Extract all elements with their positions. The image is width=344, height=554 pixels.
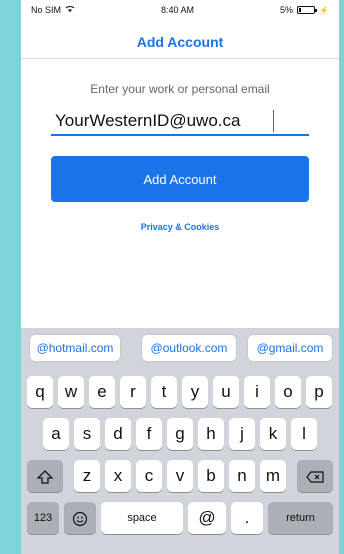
key-o[interactable]: o	[275, 376, 301, 408]
at-key[interactable]: @	[188, 502, 226, 534]
battery-icon	[297, 6, 318, 14]
phone-screen: No SIM 8:40 AM 5% ⚡ Add Account Enter yo…	[21, 0, 339, 554]
wifi-icon	[65, 5, 75, 15]
space-key[interactable]: space	[101, 502, 183, 534]
email-suggestions-bar: @hotmail.com @outlook.com @gmail.com	[21, 328, 339, 366]
add-account-button[interactable]: Add Account	[51, 156, 309, 202]
key-b[interactable]: b	[198, 460, 224, 492]
key-a[interactable]: a	[43, 418, 69, 450]
key-d[interactable]: d	[105, 418, 131, 450]
status-time: 8:40 AM	[161, 5, 195, 15]
status-left: No SIM	[31, 5, 75, 15]
key-l[interactable]: l	[291, 418, 317, 450]
shift-key[interactable]	[27, 460, 63, 492]
key-e[interactable]: e	[89, 376, 115, 408]
key-j[interactable]: j	[229, 418, 255, 450]
key-f[interactable]: f	[136, 418, 162, 450]
page-title: Add Account	[136, 34, 224, 50]
key-v[interactable]: v	[167, 460, 193, 492]
email-field[interactable]	[51, 108, 309, 136]
key-n[interactable]: n	[229, 460, 255, 492]
key-r[interactable]: r	[120, 376, 146, 408]
key-m[interactable]: m	[260, 460, 286, 492]
key-i[interactable]: i	[244, 376, 270, 408]
shift-icon	[36, 466, 54, 485]
text-caret	[273, 110, 274, 132]
suggestion-gmail[interactable]: @gmail.com	[247, 334, 333, 362]
numbers-key[interactable]: 123	[27, 502, 59, 534]
return-key[interactable]: return	[268, 502, 333, 534]
privacy-cookies-link[interactable]: Privacy & Cookies	[21, 222, 339, 232]
battery-percent: 5%	[280, 5, 294, 15]
suggestion-outlook[interactable]: @outlook.com	[141, 334, 237, 362]
key-x[interactable]: x	[105, 460, 131, 492]
emoji-key[interactable]	[64, 502, 96, 534]
key-h[interactable]: h	[198, 418, 224, 450]
key-w[interactable]: w	[58, 376, 84, 408]
key-t[interactable]: t	[151, 376, 177, 408]
key-s[interactable]: s	[74, 418, 100, 450]
key-k[interactable]: k	[260, 418, 286, 450]
status-right: 5% ⚡	[280, 5, 329, 15]
dot-key[interactable]: .	[231, 502, 263, 534]
status-bar: No SIM 8:40 AM 5% ⚡	[21, 0, 339, 20]
key-u[interactable]: u	[213, 376, 239, 408]
emoji-icon	[72, 508, 88, 527]
key-y[interactable]: y	[182, 376, 208, 408]
key-q[interactable]: q	[27, 376, 53, 408]
suggestion-hotmail[interactable]: @hotmail.com	[29, 334, 121, 362]
key-g[interactable]: g	[167, 418, 193, 450]
keyboard: q w e r t y u i o p a s d f g h j k l z …	[21, 366, 339, 554]
key-c[interactable]: c	[136, 460, 162, 492]
key-p[interactable]: p	[306, 376, 332, 408]
header-divider	[21, 58, 339, 59]
backspace-icon	[306, 466, 324, 485]
key-z[interactable]: z	[74, 460, 100, 492]
backspace-key[interactable]	[297, 460, 333, 492]
charging-icon: ⚡	[319, 5, 329, 15]
carrier-label: No SIM	[31, 5, 62, 15]
email-prompt: Enter your work or personal email	[90, 82, 270, 96]
